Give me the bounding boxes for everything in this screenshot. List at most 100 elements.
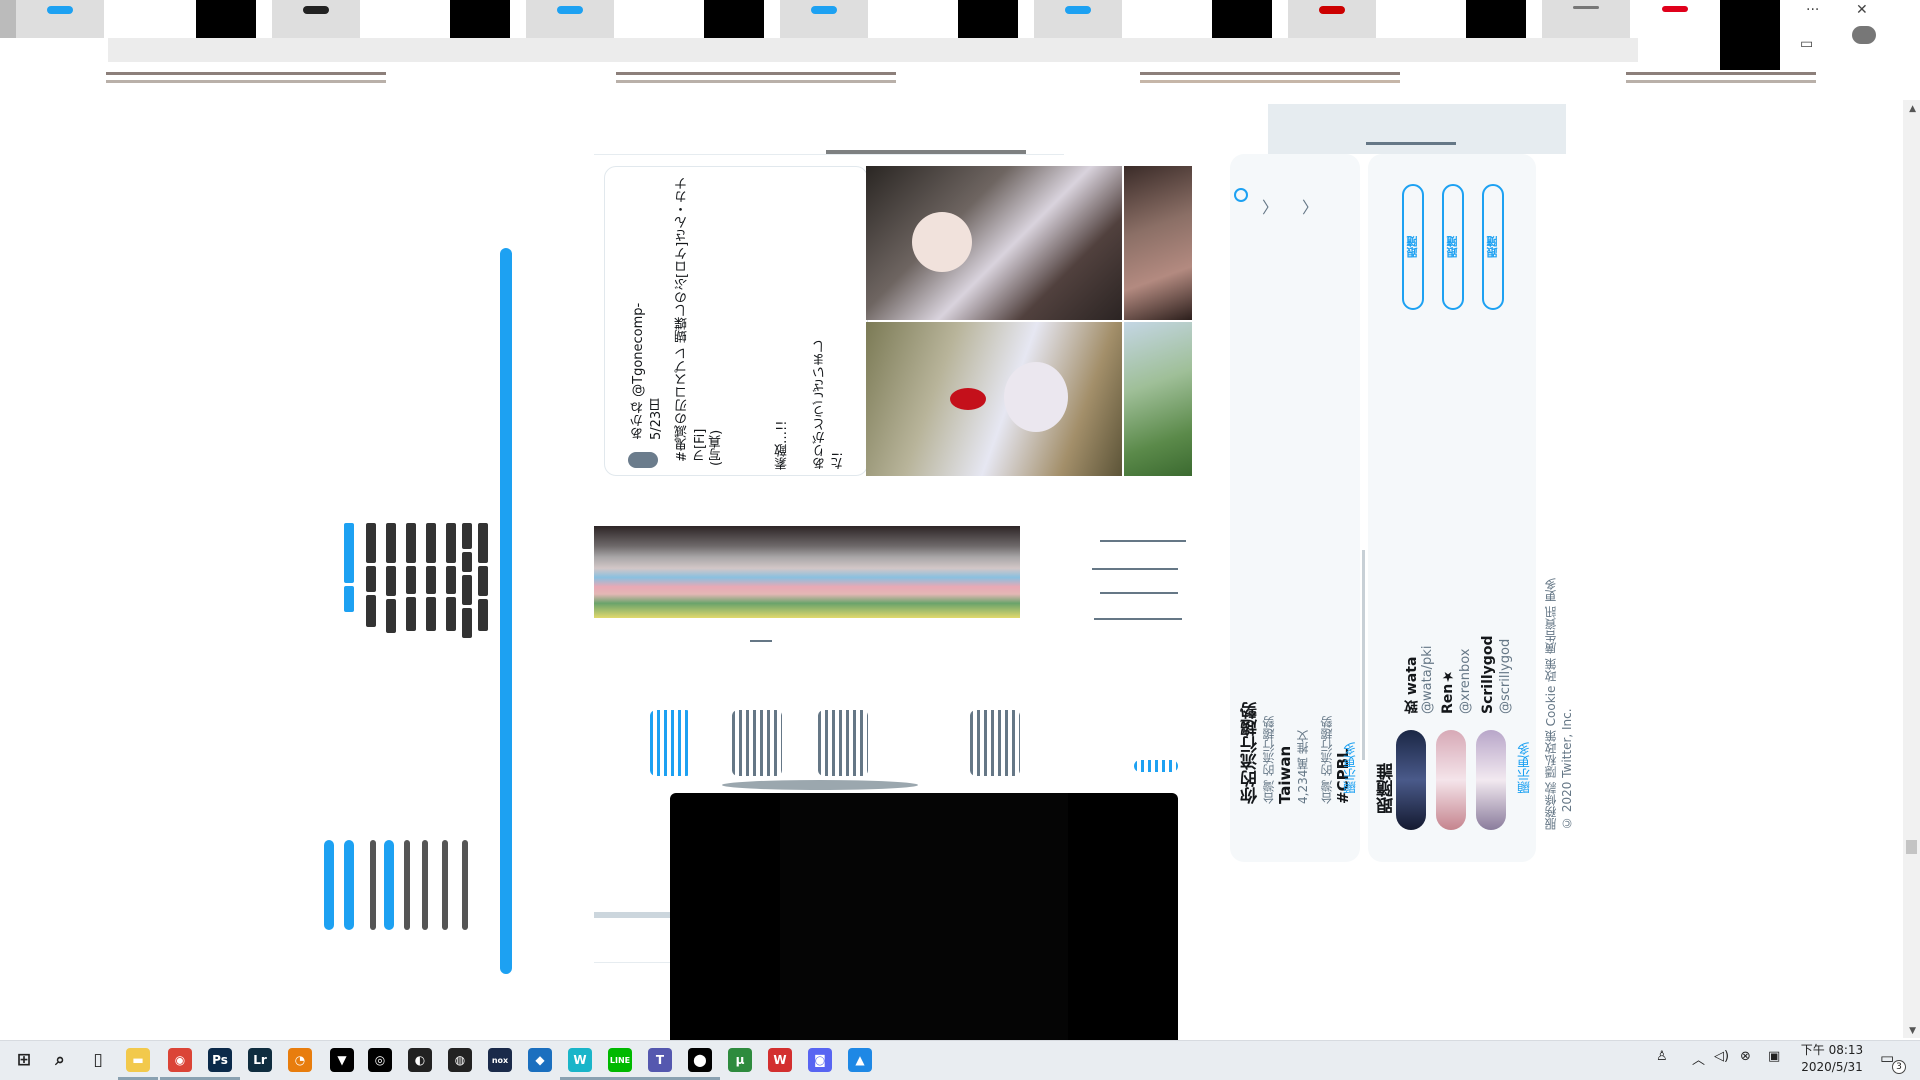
more-icon[interactable]: ··· <box>1806 2 1819 18</box>
task-view-icon[interactable]: ▯ <box>86 1048 110 1072</box>
volume-icon[interactable]: ◁) <box>1714 1049 1729 1064</box>
tab-thumbnail <box>958 0 1018 38</box>
tweet-photo-3[interactable] <box>1124 166 1192 320</box>
follow-button[interactable]: 跟隨 <box>1402 184 1424 310</box>
retweet-icon[interactable] <box>650 710 692 776</box>
utorrent-icon[interactable]: μ <box>728 1048 752 1072</box>
link-preview-image[interactable] <box>594 526 1020 618</box>
restore-icon[interactable]: ▭ <box>1800 36 1813 52</box>
lightroom-icon[interactable]: Lr <box>248 1048 272 1072</box>
close-icon[interactable]: ✕ <box>1856 2 1868 18</box>
fox-icon[interactable]: ▼ <box>330 1048 354 1072</box>
browser-tab[interactable] <box>1288 0 1376 38</box>
tweet-photo-4[interactable] <box>1124 322 1192 476</box>
browser-tab[interactable] <box>16 0 104 38</box>
photos-icon[interactable]: ▲ <box>848 1048 872 1072</box>
scroll-up-icon[interactable]: ▲ <box>1909 104 1916 114</box>
browser-tab-strip: ··· ✕ ▭ <box>0 0 1920 83</box>
trend-name[interactable]: Taiwan <box>1276 714 1294 804</box>
avatar[interactable] <box>628 452 658 468</box>
tweet-body-line4: ありがとうございました! <box>813 340 846 470</box>
trends-panel: 你的流行趨勢 台灣 的流行趨勢 Taiwan 4,234萬 推文 台灣 的流行趨… <box>1230 154 1360 862</box>
bot-icon[interactable]: ◆ <box>528 1048 552 1072</box>
nav-item-home[interactable] <box>460 520 474 641</box>
browser-tab[interactable] <box>526 0 614 38</box>
tray-chevron-icon[interactable]: ︿ <box>1692 1049 1705 1068</box>
nox-icon[interactable]: nox <box>488 1048 512 1072</box>
browser-tab-active[interactable] <box>1630 0 1720 38</box>
share-icon[interactable] <box>970 710 1020 776</box>
chevron-icon[interactable]: 〉 <box>1302 194 1318 218</box>
browser-tab[interactable] <box>272 0 360 38</box>
nav-item-bookmarks[interactable] <box>424 520 438 634</box>
clock[interactable]: 下午 08:13 2020/5/31 <box>1786 1042 1878 1076</box>
windows-start-icon[interactable]: ⊞ <box>12 1048 36 1072</box>
like-icon[interactable] <box>818 710 868 776</box>
profile-avatar[interactable] <box>1852 26 1876 44</box>
avatar[interactable] <box>1436 730 1466 830</box>
browser-tab[interactable] <box>1542 0 1630 38</box>
tweet-photo-2[interactable] <box>866 322 1122 476</box>
nav-item-messages[interactable] <box>404 520 418 634</box>
photoshop-icon[interactable]: Ps <box>208 1048 232 1072</box>
file-explorer-icon[interactable]: ▬ <box>126 1048 150 1072</box>
ubisoft-icon[interactable]: ◎ <box>368 1048 392 1072</box>
people-icon[interactable]: ♙ <box>1656 1049 1668 1064</box>
footer-links[interactable]: 服務條款 隱私政策 Cookie 政策 廣告資訊 更多 <box>1542 320 1559 830</box>
avatar[interactable] <box>1396 730 1426 830</box>
nav-item-explore[interactable] <box>364 520 378 630</box>
search-bar[interactable] <box>1268 104 1566 154</box>
follow-button-label: 跟隨 <box>1486 236 1499 258</box>
w-icon[interactable]: W <box>568 1048 592 1072</box>
nav-item-profile[interactable] <box>476 520 490 634</box>
timeline-separator <box>594 912 670 918</box>
steam-icon[interactable]: ⬤ <box>688 1048 712 1072</box>
video-player[interactable] <box>670 793 1178 1040</box>
settings-icon[interactable] <box>1234 188 1248 202</box>
footer-copyright: © 2020 Twitter, Inc. <box>1560 708 1574 830</box>
address-bar[interactable] <box>108 38 1638 62</box>
follow-user-name[interactable]: Scrillygod <box>1480 574 1496 714</box>
follow-user-name[interactable]: Ren★ <box>1440 614 1456 714</box>
tweet-user-line[interactable]: あかね @Tgonecomp-5/23日 <box>630 300 664 440</box>
chevron-icon[interactable]: 〉 <box>1262 194 1278 218</box>
network-icon[interactable]: ⊗ <box>1740 1049 1751 1064</box>
notification-badge: 3 <box>1892 1060 1906 1074</box>
tweet-button[interactable] <box>500 248 512 974</box>
clock-time: 下午 08:13 <box>1800 1043 1864 1057</box>
follow-user-name[interactable]: 致 wata <box>1402 604 1422 714</box>
scrollbar[interactable] <box>1903 100 1920 1038</box>
follow-button[interactable]: 跟隨 <box>1442 184 1464 310</box>
trends-show-more[interactable]: 顯示更多 <box>1342 714 1361 794</box>
reply-icon[interactable] <box>732 710 782 776</box>
nav-item-active[interactable] <box>342 520 356 615</box>
blender-icon[interactable]: ◔ <box>288 1048 312 1072</box>
input-icon[interactable]: ▣ <box>1768 1049 1780 1064</box>
browser-tab[interactable] <box>1034 0 1122 38</box>
nav-icons <box>318 840 488 940</box>
avatar[interactable] <box>1476 730 1506 830</box>
wps-icon[interactable]: W <box>768 1048 792 1072</box>
browser-tab[interactable] <box>780 0 868 38</box>
photo-rose <box>950 388 986 410</box>
obs-icon[interactable]: ◍ <box>448 1048 472 1072</box>
line-icon[interactable]: LINE <box>608 1048 632 1072</box>
tab-thumbnail <box>450 0 510 38</box>
discord-icon[interactable]: ◙ <box>808 1048 832 1072</box>
follow-show-more[interactable]: 顯示更多 <box>1516 714 1535 794</box>
more-link[interactable] <box>1134 760 1178 772</box>
teams-icon[interactable]: T <box>648 1048 672 1072</box>
tweet-body-line3: 素敵…!! <box>775 420 790 470</box>
follow-button[interactable]: 跟隨 <box>1482 184 1504 310</box>
chrome-icon[interactable]: ◉ <box>168 1048 192 1072</box>
app-icon[interactable]: ◐ <box>408 1048 432 1072</box>
panel-divider <box>1362 550 1365 760</box>
nav-item-notifications[interactable] <box>384 520 398 636</box>
scroll-down-icon[interactable]: ▼ <box>1909 1026 1916 1036</box>
action-divider <box>722 780 918 790</box>
tweet-photo-1[interactable] <box>866 166 1122 320</box>
scrollbar-thumb[interactable] <box>1906 840 1917 854</box>
tab-thumbnail <box>196 0 256 38</box>
nav-item-lists[interactable] <box>444 520 458 634</box>
search-icon[interactable]: ⌕ <box>48 1048 72 1072</box>
